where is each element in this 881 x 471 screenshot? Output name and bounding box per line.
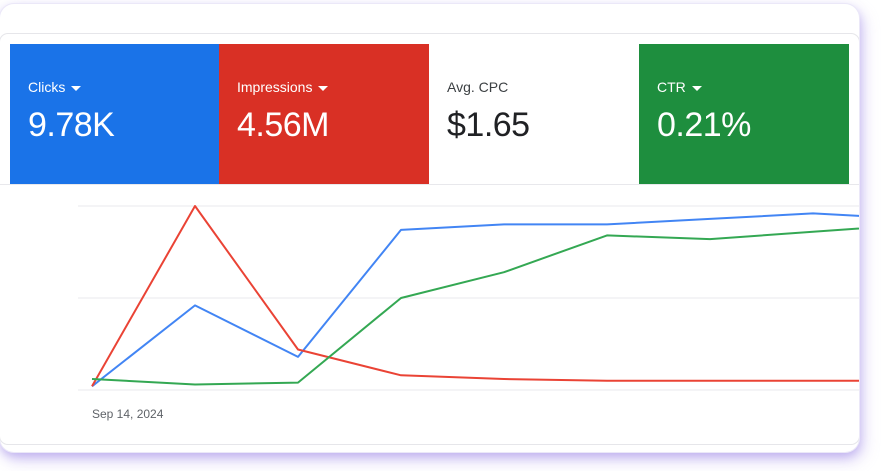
series-line-clicks: [91, 212, 859, 388]
series-line-ctr: [91, 227, 859, 386]
x-axis-start-date-label: Sep 14, 2024: [92, 407, 164, 421]
series-line-impressions: [91, 205, 859, 387]
metrics-panel: Clicks 9.78K Impressions 4.56M Avg. CPC …: [0, 34, 859, 444]
performance-line-chart: [78, 205, 859, 391]
performance-card: Clicks 9.78K Impressions 4.56M Avg. CPC …: [0, 4, 859, 452]
